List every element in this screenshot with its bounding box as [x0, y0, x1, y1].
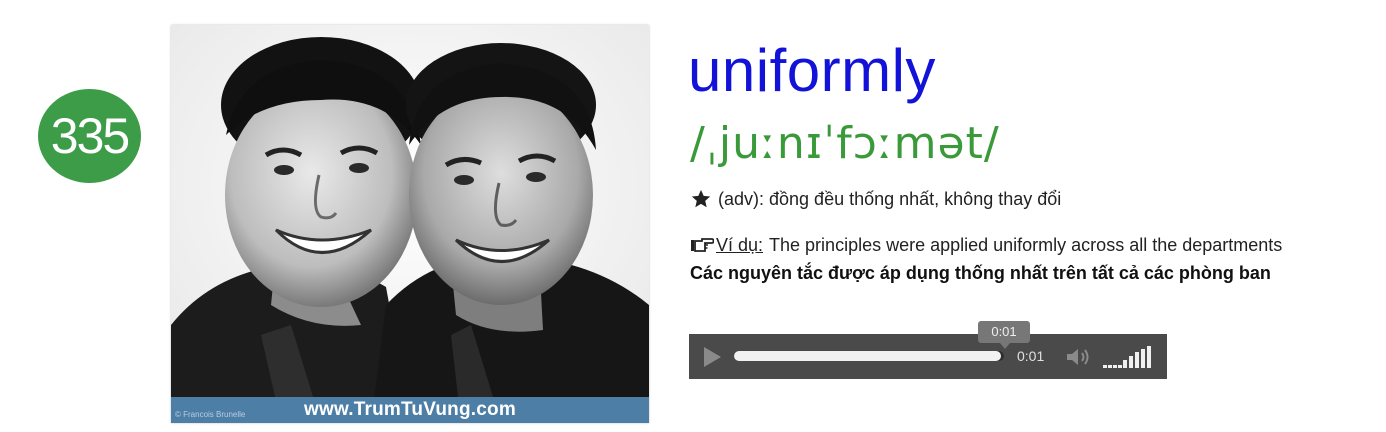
star-icon: [691, 189, 711, 208]
volume-bar[interactable]: [1113, 365, 1117, 368]
volume-bar[interactable]: [1108, 365, 1112, 368]
current-time: 0:01: [1017, 348, 1045, 364]
progress-fill: [734, 351, 1001, 361]
volume-bars-icon[interactable]: [1103, 345, 1159, 369]
pointing-hand-icon: [691, 238, 714, 252]
example-translation: Các nguyên tắc được áp dụng thống nhất t…: [690, 263, 1271, 283]
volume-bar[interactable]: [1141, 349, 1145, 368]
time-tooltip: 0:01: [978, 321, 1030, 343]
watermark-text: www.TrumTuVung.com: [304, 399, 516, 420]
example-sentence: The principles were applied uniformly ac…: [769, 234, 1283, 255]
pronunciation: /ˌjuːnɪˈfɔːmət/: [690, 118, 1000, 169]
twins-photo: [171, 25, 649, 423]
volume-bar[interactable]: [1147, 346, 1151, 368]
word-number-badge: 335: [38, 89, 141, 183]
headword: uniformly: [688, 37, 936, 104]
example-label: Ví dụ:: [716, 234, 764, 255]
volume-bar[interactable]: [1129, 356, 1133, 368]
audio-player[interactable]: 0:01 0:01: [689, 321, 1167, 379]
progress-track[interactable]: [734, 351, 1004, 361]
word-illustration: © Francois Brunelle www.TrumTuVung.com: [171, 25, 649, 423]
speaker-icon[interactable]: [1065, 346, 1093, 368]
time-tooltip-arrow: [1000, 343, 1010, 349]
meaning-text: (adv): đồng đều thống nhất, không thay đ…: [718, 188, 1062, 209]
play-icon[interactable]: [699, 345, 723, 369]
volume-bar[interactable]: [1123, 360, 1127, 368]
example-row: Ví dụ: The principles were applied unifo…: [690, 233, 1282, 257]
flashcard: 335 © Francois Brunelle www.TrumTuVung.c…: [0, 0, 1386, 432]
volume-bar[interactable]: [1118, 365, 1122, 368]
volume-bar[interactable]: [1103, 365, 1107, 368]
meaning-row: (adv): đồng đều thống nhất, không thay đ…: [690, 187, 1061, 211]
volume-bar[interactable]: [1135, 352, 1139, 368]
